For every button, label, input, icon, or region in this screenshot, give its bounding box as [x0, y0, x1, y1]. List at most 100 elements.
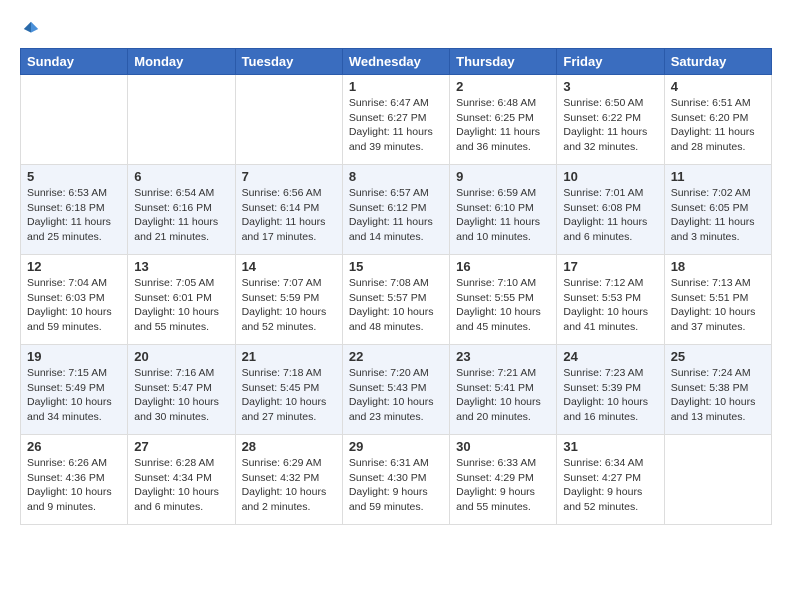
calendar-cell: 11 Sunrise: 7:02 AM Sunset: 6:05 PM Dayli…: [664, 165, 771, 255]
logo-icon: [22, 20, 40, 38]
calendar-cell: 4Sunrise: 6:51 AM Sunset: 6:20 PM Daylig…: [664, 75, 771, 165]
calendar-cell: 24 Sunrise: 7:23 AM Sunset: 5:39 PM Dayli…: [557, 345, 664, 435]
day-number: 22: [349, 349, 443, 364]
day-number: 19: [27, 349, 121, 364]
day-info: Sunrise: 7:01 AM Sunset: 6:08 PM Dayligh…: [563, 186, 657, 245]
calendar-cell: 7 Sunrise: 6:56 AM Sunset: 6:14 PM Daylig…: [235, 165, 342, 255]
day-info: Sunrise: 6:26 AM Sunset: 4:36 PM Dayligh…: [27, 456, 121, 515]
day-info: Sunrise: 7:15 AM Sunset: 5:49 PM Dayligh…: [27, 366, 121, 425]
calendar-cell: 15Sunrise: 7:08 AM Sunset: 5:57 PM Dayli…: [342, 255, 449, 345]
calendar-cell: 10 Sunrise: 7:01 AM Sunset: 6:08 PM Dayli…: [557, 165, 664, 255]
day-number: 23: [456, 349, 550, 364]
calendar-week-row: 5 Sunrise: 6:53 AM Sunset: 6:18 PM Daylig…: [21, 165, 772, 255]
day-number: 13: [134, 259, 228, 274]
day-number: 24: [563, 349, 657, 364]
calendar-cell: 25Sunrise: 7:24 AM Sunset: 5:38 PM Dayli…: [664, 345, 771, 435]
header-wednesday: Wednesday: [342, 49, 449, 75]
header-tuesday: Tuesday: [235, 49, 342, 75]
day-number: 10: [563, 169, 657, 184]
day-info: Sunrise: 7:20 AM Sunset: 5:43 PM Dayligh…: [349, 366, 443, 425]
day-number: 11: [671, 169, 765, 184]
calendar-cell: 2Sunrise: 6:48 AM Sunset: 6:25 PM Daylig…: [450, 75, 557, 165]
calendar-week-row: 1Sunrise: 6:47 AM Sunset: 6:27 PM Daylig…: [21, 75, 772, 165]
calendar-cell: 8 Sunrise: 6:57 AM Sunset: 6:12 PM Daylig…: [342, 165, 449, 255]
day-number: 28: [242, 439, 336, 454]
calendar-week-row: 19 Sunrise: 7:15 AM Sunset: 5:49 PM Dayli…: [21, 345, 772, 435]
calendar-cell: 29 Sunrise: 6:31 AM Sunset: 4:30 PM Dayli…: [342, 435, 449, 525]
page-header: [20, 20, 772, 38]
day-info: Sunrise: 6:33 AM Sunset: 4:29 PM Dayligh…: [456, 456, 550, 515]
day-number: 21: [242, 349, 336, 364]
calendar-cell: 27Sunrise: 6:28 AM Sunset: 4:34 PM Dayli…: [128, 435, 235, 525]
calendar-cell: 3 Sunrise: 6:50 AM Sunset: 6:22 PM Daylig…: [557, 75, 664, 165]
day-number: 20: [134, 349, 228, 364]
logo: [20, 20, 40, 38]
day-number: 9: [456, 169, 550, 184]
calendar-cell: [21, 75, 128, 165]
day-info: Sunrise: 7:13 AM Sunset: 5:51 PM Dayligh…: [671, 276, 765, 335]
day-number: 16: [456, 259, 550, 274]
header-monday: Monday: [128, 49, 235, 75]
calendar-week-row: 26Sunrise: 6:26 AM Sunset: 4:36 PM Dayli…: [21, 435, 772, 525]
day-number: 2: [456, 79, 550, 94]
day-number: 6: [134, 169, 228, 184]
day-info: Sunrise: 6:29 AM Sunset: 4:32 PM Dayligh…: [242, 456, 336, 515]
day-number: 31: [563, 439, 657, 454]
day-info: Sunrise: 7:04 AM Sunset: 6:03 PM Dayligh…: [27, 276, 121, 335]
day-info: Sunrise: 6:51 AM Sunset: 6:20 PM Dayligh…: [671, 96, 765, 155]
day-info: Sunrise: 7:02 AM Sunset: 6:05 PM Dayligh…: [671, 186, 765, 245]
day-info: Sunrise: 7:05 AM Sunset: 6:01 PM Dayligh…: [134, 276, 228, 335]
day-info: Sunrise: 6:31 AM Sunset: 4:30 PM Dayligh…: [349, 456, 443, 515]
day-info: Sunrise: 7:08 AM Sunset: 5:57 PM Dayligh…: [349, 276, 443, 335]
day-number: 12: [27, 259, 121, 274]
day-number: 8: [349, 169, 443, 184]
calendar-cell: 6Sunrise: 6:54 AM Sunset: 6:16 PM Daylig…: [128, 165, 235, 255]
day-info: Sunrise: 6:59 AM Sunset: 6:10 PM Dayligh…: [456, 186, 550, 245]
day-info: Sunrise: 7:23 AM Sunset: 5:39 PM Dayligh…: [563, 366, 657, 425]
calendar-cell: 20 Sunrise: 7:16 AM Sunset: 5:47 PM Dayli…: [128, 345, 235, 435]
day-info: Sunrise: 6:34 AM Sunset: 4:27 PM Dayligh…: [563, 456, 657, 515]
day-number: 7: [242, 169, 336, 184]
calendar-cell: 13 Sunrise: 7:05 AM Sunset: 6:01 PM Dayli…: [128, 255, 235, 345]
day-info: Sunrise: 7:10 AM Sunset: 5:55 PM Dayligh…: [456, 276, 550, 335]
calendar-cell: 12 Sunrise: 7:04 AM Sunset: 6:03 PM Dayli…: [21, 255, 128, 345]
calendar-cell: [664, 435, 771, 525]
calendar-cell: 19 Sunrise: 7:15 AM Sunset: 5:49 PM Dayli…: [21, 345, 128, 435]
calendar-cell: 21Sunrise: 7:18 AM Sunset: 5:45 PM Dayli…: [235, 345, 342, 435]
calendar-cell: 1Sunrise: 6:47 AM Sunset: 6:27 PM Daylig…: [342, 75, 449, 165]
calendar-cell: 5 Sunrise: 6:53 AM Sunset: 6:18 PM Daylig…: [21, 165, 128, 255]
day-info: Sunrise: 7:16 AM Sunset: 5:47 PM Dayligh…: [134, 366, 228, 425]
calendar-cell: 26Sunrise: 6:26 AM Sunset: 4:36 PM Dayli…: [21, 435, 128, 525]
calendar-cell: 28 Sunrise: 6:29 AM Sunset: 4:32 PM Dayli…: [235, 435, 342, 525]
day-info: Sunrise: 7:12 AM Sunset: 5:53 PM Dayligh…: [563, 276, 657, 335]
header-thursday: Thursday: [450, 49, 557, 75]
day-number: 3: [563, 79, 657, 94]
calendar-cell: 31 Sunrise: 6:34 AM Sunset: 4:27 PM Dayli…: [557, 435, 664, 525]
day-info: Sunrise: 7:07 AM Sunset: 5:59 PM Dayligh…: [242, 276, 336, 335]
calendar-cell: 30 Sunrise: 6:33 AM Sunset: 4:29 PM Dayli…: [450, 435, 557, 525]
day-info: Sunrise: 6:53 AM Sunset: 6:18 PM Dayligh…: [27, 186, 121, 245]
day-number: 29: [349, 439, 443, 454]
calendar-cell: 9 Sunrise: 6:59 AM Sunset: 6:10 PM Daylig…: [450, 165, 557, 255]
calendar-cell: 17 Sunrise: 7:12 AM Sunset: 5:53 PM Dayli…: [557, 255, 664, 345]
calendar-header-row: SundayMondayTuesdayWednesdayThursdayFrid…: [21, 49, 772, 75]
day-number: 30: [456, 439, 550, 454]
day-number: 1: [349, 79, 443, 94]
calendar-table: SundayMondayTuesdayWednesdayThursdayFrid…: [20, 48, 772, 525]
day-number: 5: [27, 169, 121, 184]
day-number: 25: [671, 349, 765, 364]
day-number: 18: [671, 259, 765, 274]
header-saturday: Saturday: [664, 49, 771, 75]
calendar-cell: [235, 75, 342, 165]
header-friday: Friday: [557, 49, 664, 75]
day-number: 14: [242, 259, 336, 274]
day-info: Sunrise: 6:56 AM Sunset: 6:14 PM Dayligh…: [242, 186, 336, 245]
calendar-cell: [128, 75, 235, 165]
calendar-cell: 22 Sunrise: 7:20 AM Sunset: 5:43 PM Dayli…: [342, 345, 449, 435]
day-number: 17: [563, 259, 657, 274]
calendar-cell: 23Sunrise: 7:21 AM Sunset: 5:41 PM Dayli…: [450, 345, 557, 435]
calendar-week-row: 12 Sunrise: 7:04 AM Sunset: 6:03 PM Dayli…: [21, 255, 772, 345]
day-info: Sunrise: 6:28 AM Sunset: 4:34 PM Dayligh…: [134, 456, 228, 515]
day-info: Sunrise: 6:50 AM Sunset: 6:22 PM Dayligh…: [563, 96, 657, 155]
day-info: Sunrise: 6:57 AM Sunset: 6:12 PM Dayligh…: [349, 186, 443, 245]
